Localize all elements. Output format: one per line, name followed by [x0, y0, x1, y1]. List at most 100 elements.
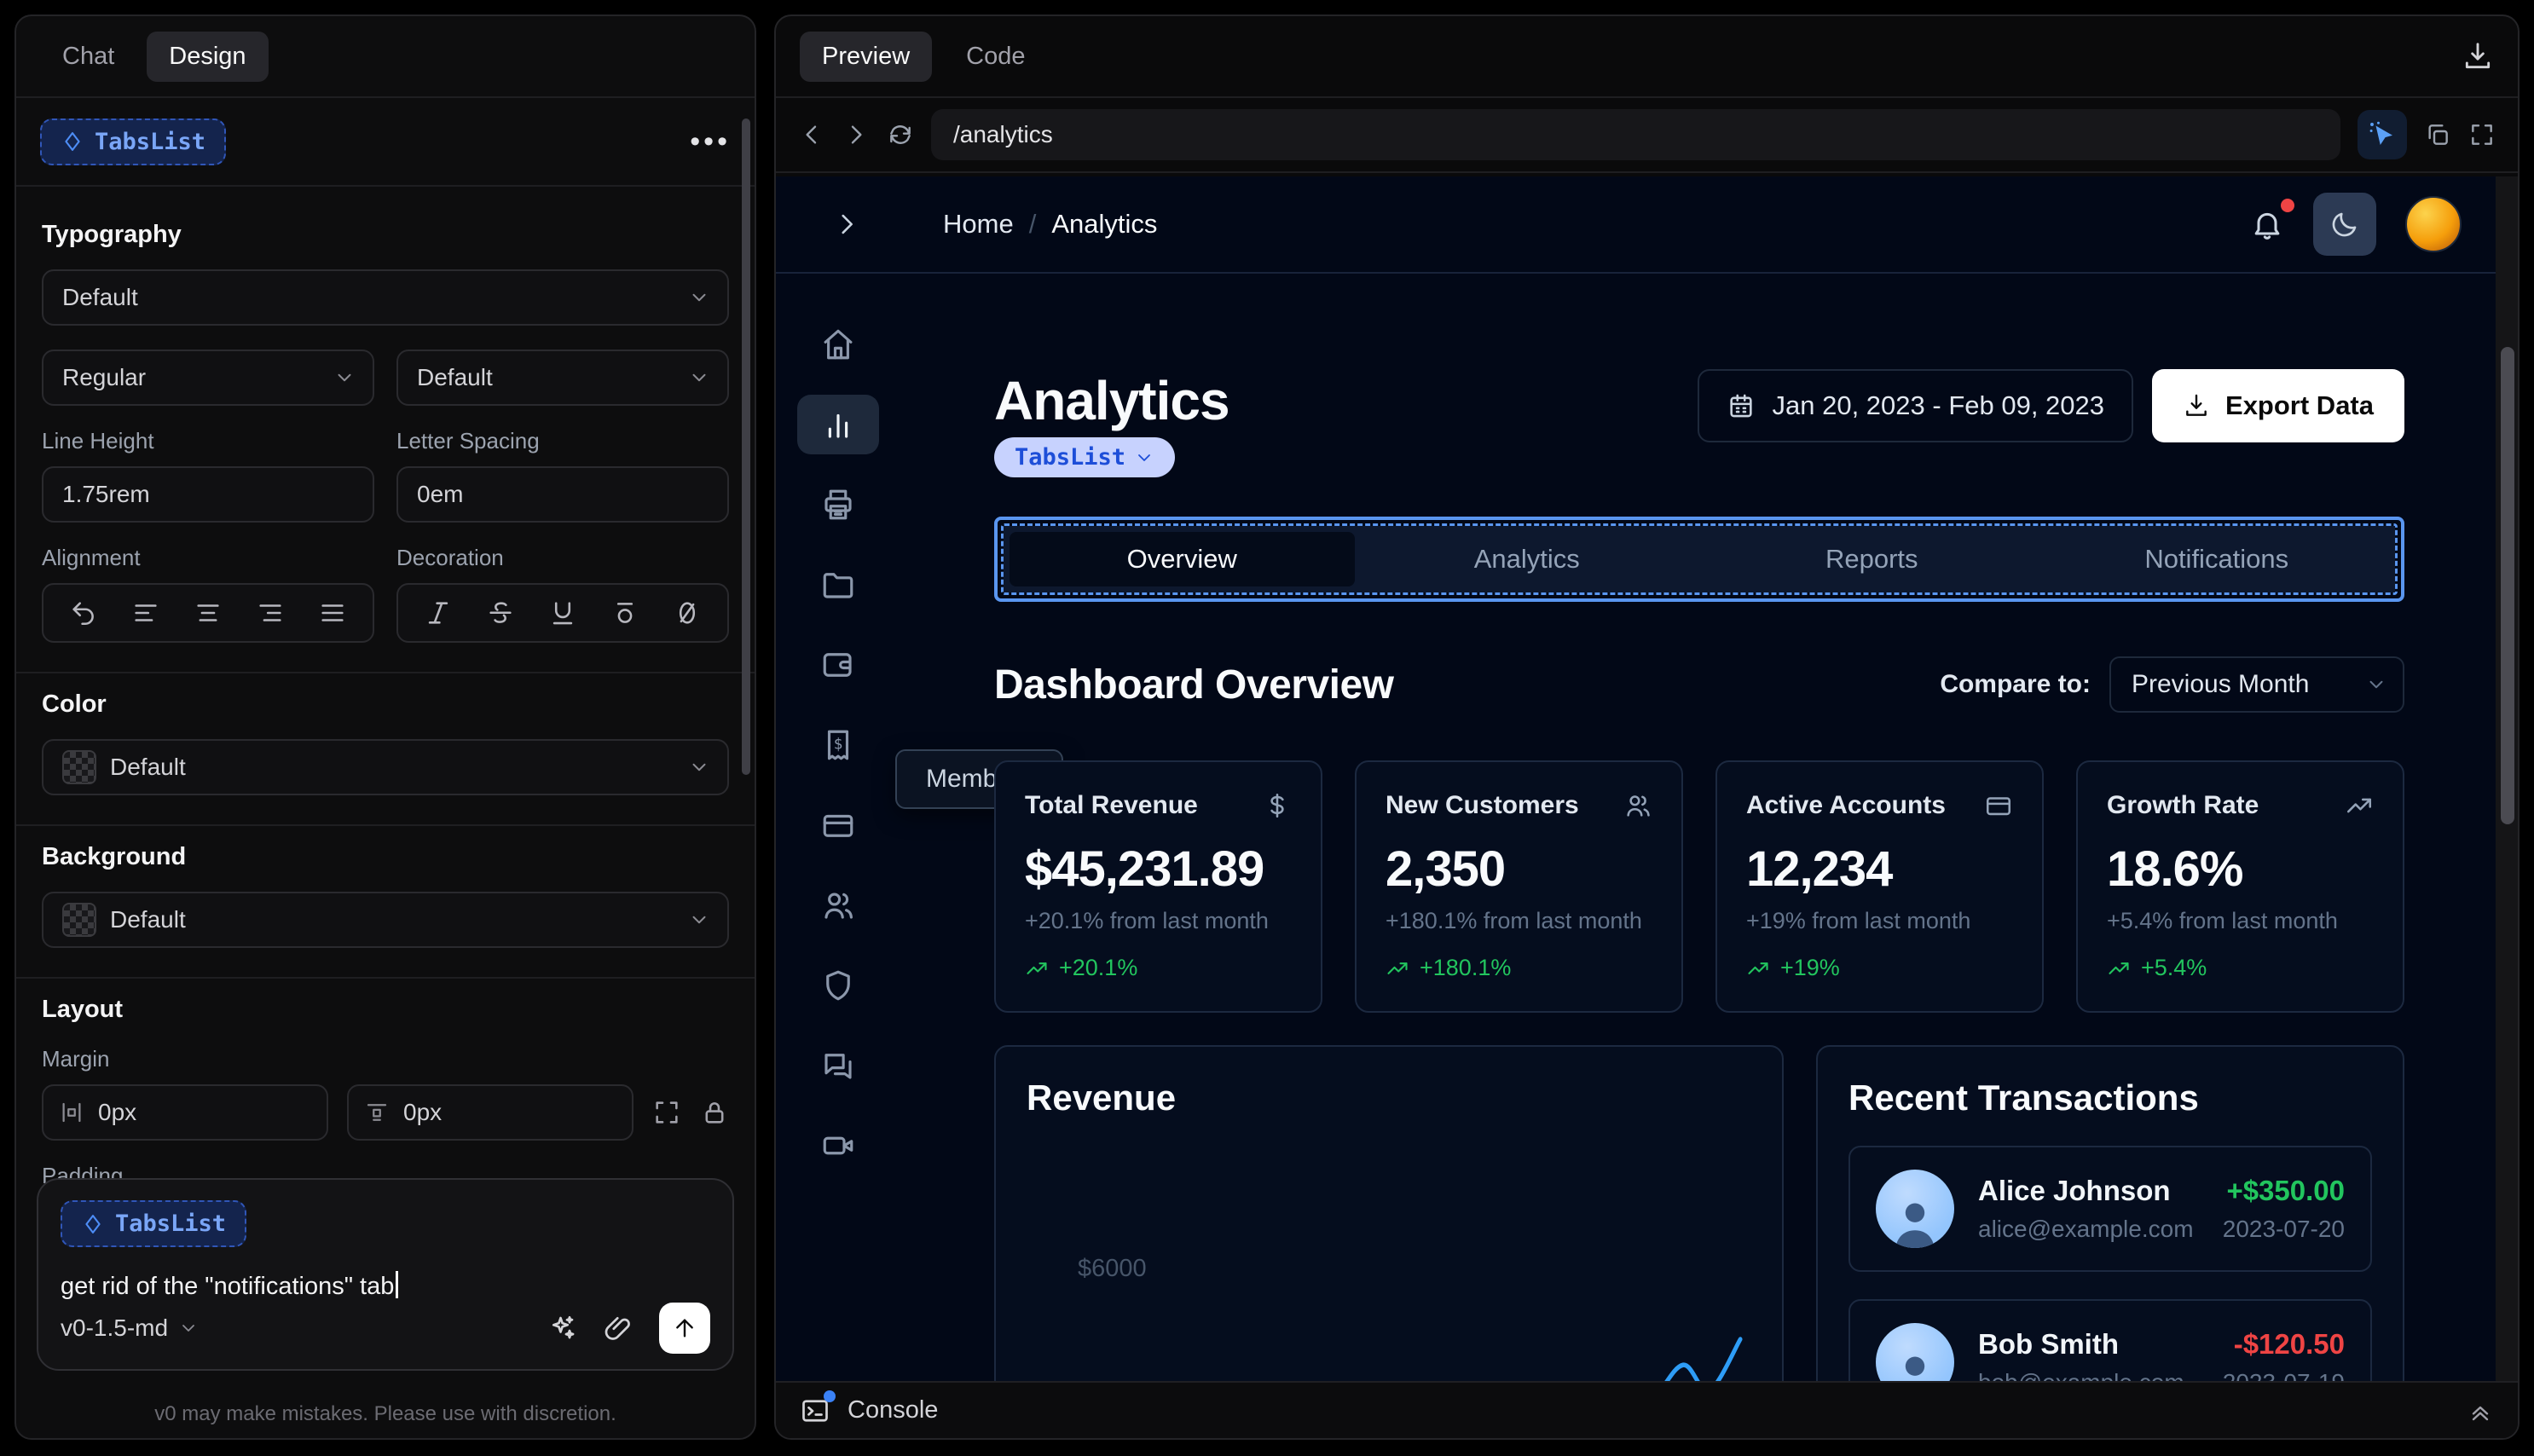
font-size-value: Default: [417, 364, 493, 390]
lock-icon[interactable]: [700, 1098, 729, 1127]
tab-preview[interactable]: Preview: [800, 31, 933, 82]
stat-cards: Total Revenue $45,231.89 +20.1% from last …: [994, 760, 2404, 1013]
notifications-bell-button[interactable]: [2250, 199, 2294, 241]
chevron-down-icon: [688, 367, 710, 389]
chevrons-up-icon[interactable]: [2467, 1397, 2494, 1424]
tab-overview[interactable]: Overview: [1010, 532, 1355, 586]
chevron-down-icon: [333, 367, 356, 389]
tab-design[interactable]: Design: [147, 31, 269, 82]
transaction-date: 2023-07-20: [2222, 1216, 2345, 1242]
background-swatch: [62, 903, 96, 937]
transaction-row[interactable]: Alice Johnson alice@example.com +$350.00 20…: [1848, 1146, 2372, 1272]
sidebar-item-credit-card[interactable]: [797, 795, 879, 855]
tab-reports[interactable]: Reports: [1699, 532, 2045, 586]
tabs-list: Overview Analytics Reports Notifications: [1004, 526, 2395, 592]
copy-icon[interactable]: [2424, 121, 2451, 148]
composer-input[interactable]: get rid of the "notifications" tab: [61, 1271, 710, 1301]
preview-scrollbar-track[interactable]: [2496, 176, 2518, 1398]
theme-toggle-button[interactable]: [2313, 193, 2376, 256]
sidebar-item-users[interactable]: [797, 875, 879, 935]
disclaimer-text: v0 may make mistakes. Please use with di…: [154, 1402, 616, 1425]
compare-label: Compare to:: [1940, 670, 2091, 698]
home-icon: [820, 326, 856, 362]
selected-component-chip[interactable]: TabsList: [40, 118, 227, 165]
date-range-button[interactable]: Jan 20, 2023 - Feb 09, 2023: [1697, 369, 2134, 442]
no-decoration-icon[interactable]: [673, 598, 702, 627]
composer-component-chip[interactable]: TabsList: [61, 1200, 247, 1247]
tab-chat[interactable]: Chat: [40, 32, 136, 82]
chat-composer[interactable]: TabsList get rid of the "notifications" …: [37, 1178, 734, 1371]
bell-icon: [2250, 207, 2284, 241]
margin-x-value: 0px: [98, 1099, 137, 1125]
expand-sides-icon[interactable]: [652, 1098, 681, 1127]
alignment-label: Alignment: [42, 545, 141, 570]
margin-vertical-icon: [364, 1100, 390, 1125]
export-data-button[interactable]: Export Data: [2152, 369, 2404, 442]
tab-analytics[interactable]: Analytics: [1355, 532, 1700, 586]
line-height-input[interactable]: 1.75rem: [42, 466, 374, 523]
font-size-select[interactable]: Default: [396, 350, 729, 406]
align-left-icon[interactable]: [131, 598, 160, 627]
fullscreen-icon[interactable]: [2468, 121, 2496, 148]
margin-y-input[interactable]: 0px: [347, 1084, 634, 1141]
download-icon[interactable]: [2462, 40, 2494, 72]
sidebar-item-receipt[interactable]: $: [797, 715, 879, 775]
sidebar-item-shield[interactable]: [797, 956, 879, 1015]
underline-icon[interactable]: [548, 598, 577, 627]
stat-card: Active Accounts 12,234 +19% from last mont…: [1715, 760, 2044, 1013]
overline-icon[interactable]: [610, 598, 639, 627]
align-right-icon[interactable]: [256, 598, 285, 627]
forward-icon[interactable]: [842, 121, 870, 148]
sidebar-item-bar-chart[interactable]: [797, 395, 879, 454]
sidebar-toggle-icon[interactable]: [832, 210, 861, 239]
sidebar-item-home[interactable]: [797, 315, 879, 374]
selected-component-row: TabsList •••: [16, 98, 755, 187]
stat-title: Growth Rate: [2107, 791, 2259, 819]
more-options-button[interactable]: •••: [690, 125, 731, 159]
transactions-list: Alice Johnson alice@example.com +$350.00 20…: [1848, 1146, 2372, 1398]
panel-scrollbar[interactable]: [742, 118, 750, 775]
letter-spacing-value: 0em: [417, 481, 464, 507]
paperclip-icon[interactable]: [603, 1313, 634, 1343]
letter-spacing-input[interactable]: 0em: [396, 466, 729, 523]
color-section-title: Color: [42, 690, 107, 718]
tab-code[interactable]: Code: [944, 32, 1047, 82]
sidebar-item-folder[interactable]: [797, 555, 879, 615]
font-family-select[interactable]: Default: [42, 269, 729, 326]
sidebar-item-messages[interactable]: [797, 1036, 879, 1095]
selected-element-badge[interactable]: TabsList: [994, 437, 1176, 477]
tab-notifications[interactable]: Notifications: [2045, 532, 2390, 586]
back-icon[interactable]: [798, 121, 825, 148]
preview-panel: Preview Code /analytics Home / Analytics: [774, 14, 2520, 1440]
font-weight-select[interactable]: Regular: [42, 350, 374, 406]
margin-x-input[interactable]: 0px: [42, 1084, 328, 1141]
transactions-title: Recent Transactions: [1848, 1078, 2199, 1118]
strikethrough-icon[interactable]: [486, 598, 515, 627]
breadcrumb-home[interactable]: Home: [943, 209, 1014, 240]
preview-scrollbar-thumb[interactable]: [2501, 347, 2514, 824]
url-input[interactable]: /analytics: [931, 109, 2340, 160]
layout-section-title: Layout: [42, 996, 124, 1023]
sparkles-icon[interactable]: [547, 1313, 577, 1343]
color-select[interactable]: Default: [42, 739, 729, 795]
align-center-icon[interactable]: [194, 598, 223, 627]
composer-chip-label: TabsList: [115, 1210, 227, 1237]
console-bar[interactable]: Console: [776, 1381, 2518, 1438]
messages-icon: [820, 1048, 856, 1083]
avatar[interactable]: [2405, 196, 2462, 252]
align-justify-icon[interactable]: [318, 598, 347, 627]
sidebar-item-printer[interactable]: [797, 475, 879, 534]
sidebar-item-video[interactable]: [797, 1116, 879, 1176]
undo-icon[interactable]: [69, 598, 98, 627]
refresh-icon[interactable]: [887, 121, 914, 148]
compare-select[interactable]: Previous Month: [2109, 656, 2404, 713]
sidebar-item-wallet[interactable]: [797, 635, 879, 695]
design-mode-button[interactable]: [2358, 110, 2407, 159]
stat-value: $45,231.89: [1025, 841, 1264, 897]
model-select[interactable]: v0-1.5-md: [61, 1314, 199, 1342]
stat-value: 18.6%: [2107, 841, 2243, 897]
italic-icon[interactable]: [424, 598, 453, 627]
background-select[interactable]: Default: [42, 892, 729, 948]
send-button[interactable]: [659, 1303, 710, 1354]
y-axis-tick: $6000: [1078, 1255, 1147, 1282]
